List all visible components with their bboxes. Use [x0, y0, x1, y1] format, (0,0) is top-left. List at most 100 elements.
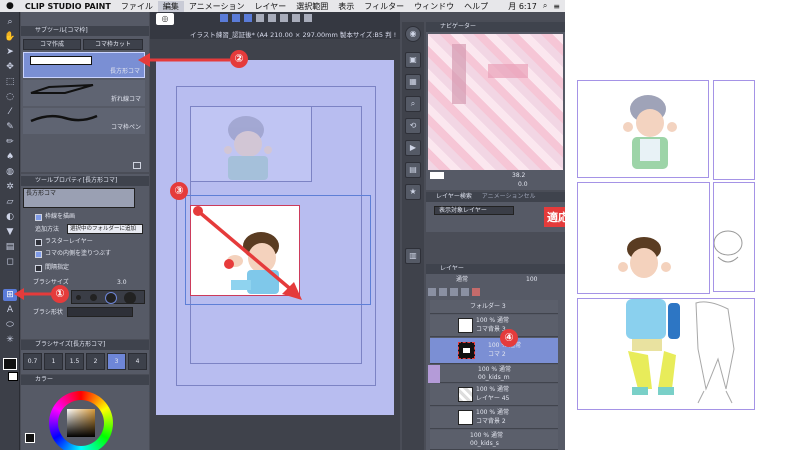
navigator-zoom-value[interactable]: 38.2	[512, 172, 525, 180]
manga-page[interactable]	[156, 60, 394, 415]
lasso-tool-icon[interactable]: ◌	[3, 91, 17, 103]
clip-layer-icon[interactable]	[450, 288, 458, 296]
main-color-swatch[interactable]	[3, 358, 17, 370]
clip-studio-icon[interactable]: ◎	[156, 13, 174, 25]
undo-icon[interactable]	[256, 14, 264, 22]
brush-size-preset-selected[interactable]: 3	[107, 353, 126, 370]
subtool-item-rectangle-frame[interactable]: 長方形コマ	[23, 52, 145, 78]
new-layer-icon[interactable]	[428, 288, 436, 296]
brush-size-preset[interactable]: 1	[44, 353, 63, 370]
selection-tool-icon[interactable]: ⬚	[3, 76, 17, 88]
operation-tool-icon[interactable]: ➤	[3, 46, 17, 58]
layer-row-kids-m[interactable]: 100 % 通常 00_kids_m	[428, 365, 558, 383]
deselect-icon[interactable]	[304, 14, 312, 22]
hand-tool-icon[interactable]: ✋	[3, 31, 17, 43]
tab-animation-cel[interactable]: アニメーションセル	[482, 193, 536, 200]
new-folder-icon[interactable]	[439, 288, 447, 296]
draw-frame-checkbox[interactable]	[35, 214, 42, 221]
subtool-item-polyline-frame[interactable]: 折れ線コマ	[23, 80, 145, 106]
subtool-item-frame-pen[interactable]: コマ枠ペン	[23, 108, 145, 134]
pencil-tool-icon[interactable]: ✏	[3, 136, 17, 148]
history-icon[interactable]: ⟲	[405, 118, 421, 134]
layer-property-icon[interactable]: ▤	[405, 162, 421, 178]
transform-icon[interactable]	[292, 14, 300, 22]
brush-size-preset[interactable]: 4	[128, 353, 147, 370]
auto-action-icon[interactable]: ▶	[405, 140, 421, 156]
pen-tool-icon[interactable]: ✎	[3, 121, 17, 133]
gradient-tool-icon[interactable]: ▤	[3, 241, 17, 253]
airbrush-tool-icon[interactable]: ◍	[3, 166, 17, 178]
blend-mode-value[interactable]: 通常	[456, 276, 468, 284]
zoom-tool-icon[interactable]: ⌕	[3, 16, 17, 28]
spacing-checkbox[interactable]	[35, 265, 42, 272]
layer-row-layer45[interactable]: 100 % 通常 レイヤー 45	[430, 384, 558, 406]
add-method-dropdown[interactable]: 選択中のフォルダーに追加	[67, 224, 143, 234]
layer-panel-icon[interactable]: ▥	[405, 248, 421, 264]
layer-row-frame-2-selected[interactable]: 100 % 通常 コマ 2	[430, 338, 558, 364]
app-name-menu[interactable]: CLIP STUDIO PAINT	[20, 2, 116, 11]
move-tool-icon[interactable]: ✥	[3, 61, 17, 73]
text-tool-icon[interactable]: A	[3, 304, 17, 316]
decoration-tool-icon[interactable]: ✲	[3, 181, 17, 193]
layer-row-folder3[interactable]: フォルダー 3	[430, 300, 558, 314]
navigator-preview[interactable]	[428, 34, 563, 170]
raster-layer-label: ラスターレイヤー	[45, 238, 93, 245]
delete-layer-icon[interactable]	[472, 288, 480, 296]
new-icon[interactable]	[220, 14, 228, 22]
lock-layer-icon[interactable]	[461, 288, 469, 296]
eraser-tool-icon[interactable]: ▱	[3, 196, 17, 208]
menu-help[interactable]: ヘルプ	[459, 1, 493, 12]
menu-layer[interactable]: レイヤー	[250, 1, 292, 12]
redo-icon[interactable]	[268, 14, 276, 22]
brush-size-preset[interactable]: 2	[86, 353, 105, 370]
menu-selection[interactable]: 選択範囲	[291, 1, 333, 12]
open-icon[interactable]	[232, 14, 240, 22]
raster-layer-checkbox[interactable]	[35, 239, 42, 246]
tab-layer-search[interactable]: レイヤー検索	[436, 193, 472, 200]
sub-color-swatch[interactable]	[8, 372, 18, 381]
search-material-icon[interactable]: ⌕	[405, 96, 421, 112]
subtool-settings-icon[interactable]	[133, 162, 141, 169]
brush-size-slider[interactable]	[71, 290, 145, 304]
layer-search-filter[interactable]: 表示対象レイヤー	[434, 206, 514, 215]
color-sv-square[interactable]	[67, 409, 95, 437]
menu-view[interactable]: 表示	[333, 1, 359, 12]
blend-tool-icon[interactable]: ◐	[3, 211, 17, 223]
navigator-zoom-bar[interactable]	[430, 172, 444, 179]
eyedropper-tool-icon[interactable]: ⁄	[3, 106, 17, 118]
menu-filter[interactable]: フィルター	[359, 1, 409, 12]
quick-access-icon[interactable]: ★	[405, 184, 421, 200]
fill-tool-icon[interactable]: ▼	[3, 226, 17, 238]
tab-frame-create[interactable]: コマ作成	[23, 39, 81, 50]
brush-size-preset[interactable]: 1.5	[65, 353, 84, 370]
menu-animation[interactable]: アニメーション	[184, 1, 250, 12]
layer-row-frame-bg-3[interactable]: 100 % 通常 コマ背景 3	[430, 315, 558, 337]
navigator-rotate-value[interactable]: 0.0	[518, 181, 528, 189]
material-icon[interactable]: ▦	[405, 74, 421, 90]
canvas-area[interactable]: ◎ イラスト練習_認証後* (A4 210.00 × 297.00mm 製本サイ…	[150, 12, 400, 450]
correct-line-tool-icon[interactable]: ✳	[3, 334, 17, 346]
navigator-wheel-icon[interactable]: ◉	[405, 26, 421, 42]
figure-tool-icon[interactable]: ◻	[3, 256, 17, 268]
brush-size-preset[interactable]: 0.7	[23, 353, 42, 370]
sub-view-icon[interactable]: ▣	[405, 52, 421, 68]
layer-row-frame-bg-2[interactable]: 100 % 通常 コマ背景 2	[430, 407, 558, 429]
control-center-icon[interactable]: ≡	[552, 2, 561, 11]
layer-row-kids-s[interactable]: 100 % 通常 00_kids_s	[430, 430, 558, 450]
menu-window[interactable]: ウィンドウ	[409, 1, 459, 12]
apple-menu-icon[interactable]: ●	[0, 1, 20, 11]
opacity-value[interactable]: 100	[526, 276, 537, 284]
brush-size-value[interactable]: 3.0	[117, 279, 127, 287]
clear-icon[interactable]	[280, 14, 288, 22]
menu-file[interactable]: ファイル	[116, 1, 158, 12]
color-wheel[interactable]	[49, 391, 113, 450]
fill-inside-checkbox[interactable]	[35, 251, 42, 258]
brush-tool-icon[interactable]: ♠	[3, 151, 17, 163]
search-icon[interactable]: ⌕	[542, 1, 548, 11]
save-icon[interactable]	[244, 14, 252, 22]
menu-edit[interactable]: 編集	[157, 0, 184, 12]
balloon-tool-icon[interactable]: ⬭	[3, 319, 17, 331]
brush-shape-box[interactable]	[67, 307, 133, 317]
current-color-swatch[interactable]	[25, 433, 35, 443]
tab-frame-cut[interactable]: コマ枠カット	[83, 39, 143, 50]
